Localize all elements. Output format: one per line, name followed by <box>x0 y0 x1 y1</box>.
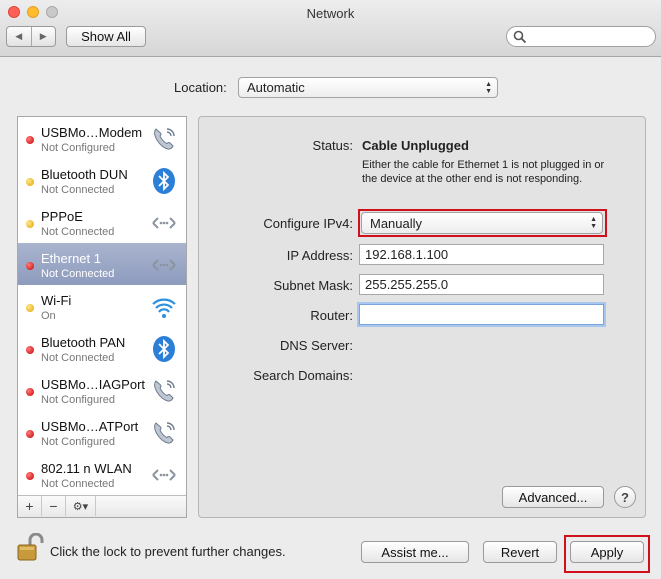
service-status: Not Connected <box>41 184 115 196</box>
lock-icon[interactable] <box>16 533 44 563</box>
subnet-mask-field[interactable]: 255.255.255.0 <box>359 274 604 295</box>
phone-icon <box>150 125 178 153</box>
service-name: PPPoE <box>41 209 83 224</box>
status-description: Either the cable for Ethernet 1 is not p… <box>362 159 605 185</box>
ethernet-arrows-icon <box>150 461 178 489</box>
configure-ipv4-label: Configure IPv4: <box>263 216 353 231</box>
show-all-button[interactable]: Show All <box>66 26 146 47</box>
status-dot-icon <box>26 304 34 312</box>
service-item[interactable]: Bluetooth PAN Not Connected <box>18 327 186 369</box>
service-status: Not Configured <box>41 394 115 406</box>
router-label: Router: <box>310 308 353 323</box>
service-item[interactable]: 802.11 n WLAN Not Connected <box>18 453 186 495</box>
ip-address-label: IP Address: <box>286 248 353 263</box>
lock-message: Click the lock to prevent further change… <box>50 544 286 559</box>
location-label: Location: <box>174 80 227 95</box>
gear-icon[interactable]: ⚙▾ <box>66 496 96 516</box>
title-bar: Network ◀ ▶ Show All <box>0 0 661 57</box>
revert-button[interactable]: Revert <box>483 541 557 563</box>
service-status: Not Configured <box>41 436 115 448</box>
dns-server-label: DNS Server: <box>280 338 353 353</box>
status-dot-icon <box>26 346 34 354</box>
ip-address-field[interactable]: 192.168.1.100 <box>359 244 604 265</box>
status-dot-icon <box>26 136 34 144</box>
service-status: Not Configured <box>41 142 115 154</box>
service-item[interactable]: USBMo…ATPort Not Configured <box>18 411 186 453</box>
status-dot-icon <box>26 472 34 480</box>
subnet-mask-label: Subnet Mask: <box>273 278 354 293</box>
service-name: Wi-Fi <box>41 293 72 308</box>
service-list-toolbar: + − ⚙▾ <box>18 495 186 517</box>
service-status: Not Connected <box>41 352 115 364</box>
forward-arrow-icon[interactable]: ▶ <box>30 27 56 46</box>
service-item[interactable]: Bluetooth DUN Not Connected <box>18 159 186 201</box>
status-value: Cable Unplugged <box>362 138 469 153</box>
service-name: Ethernet 1 <box>41 251 101 266</box>
help-button[interactable]: ? <box>614 486 636 508</box>
router-field[interactable] <box>359 304 604 325</box>
highlight-box-apply <box>564 535 650 573</box>
status-label: Status: <box>312 138 353 153</box>
add-service-button[interactable]: + <box>18 496 42 516</box>
service-status: On <box>41 310 56 322</box>
service-name: 802.11 n WLAN <box>41 461 132 476</box>
service-name: Bluetooth PAN <box>41 335 126 350</box>
updown-arrows-icon: ▲ ▼ <box>485 80 492 95</box>
location-value: Automatic <box>247 80 305 95</box>
bluetooth-icon <box>150 167 178 195</box>
service-list: USBMo…Modem Not Configured Bluetooth DUN No… <box>17 116 187 518</box>
remove-service-button[interactable]: − <box>42 496 66 516</box>
highlight-box-configure <box>358 209 607 237</box>
assist-me-button[interactable]: Assist me... <box>361 541 469 563</box>
phone-icon <box>150 377 178 405</box>
phone-icon <box>150 419 178 447</box>
back-arrow-icon[interactable]: ◀ <box>7 27 31 46</box>
service-status: Not Connected <box>41 478 115 490</box>
service-item[interactable]: Ethernet 1 Not Connected <box>18 243 186 285</box>
service-item[interactable]: USBMo…IAGPort Not Configured <box>18 369 186 411</box>
service-status: Not Connected <box>41 268 115 280</box>
search-icon <box>513 30 527 44</box>
ethernet-arrows-icon <box>150 209 178 237</box>
back-forward-control: ◀ ▶ <box>6 26 56 47</box>
location-select[interactable]: Automatic ▲ ▼ <box>238 77 498 98</box>
ethernet-arrows-icon <box>150 251 178 279</box>
search-domains-label: Search Domains: <box>253 368 353 383</box>
status-dot-icon <box>26 388 34 396</box>
service-item[interactable]: Wi-Fi On <box>18 285 186 327</box>
window-title: Network <box>306 6 355 21</box>
search-input[interactable] <box>506 26 656 47</box>
service-name: USBMo…Modem <box>41 125 143 140</box>
bluetooth-icon <box>150 335 178 363</box>
status-dot-icon <box>26 220 34 228</box>
service-item[interactable]: PPPoE Not Connected <box>18 201 186 243</box>
status-dot-icon <box>26 430 34 438</box>
advanced-button[interactable]: Advanced... <box>502 486 604 508</box>
service-item[interactable]: USBMo…Modem Not Configured <box>18 117 186 159</box>
service-name: USBMo…IAGPort <box>41 377 146 392</box>
wifi-icon <box>150 293 178 321</box>
status-dot-icon <box>26 262 34 270</box>
service-status: Not Connected <box>41 226 115 238</box>
service-name: Bluetooth DUN <box>41 167 128 182</box>
service-name: USBMo…ATPort <box>41 419 139 434</box>
status-dot-icon <box>26 178 34 186</box>
